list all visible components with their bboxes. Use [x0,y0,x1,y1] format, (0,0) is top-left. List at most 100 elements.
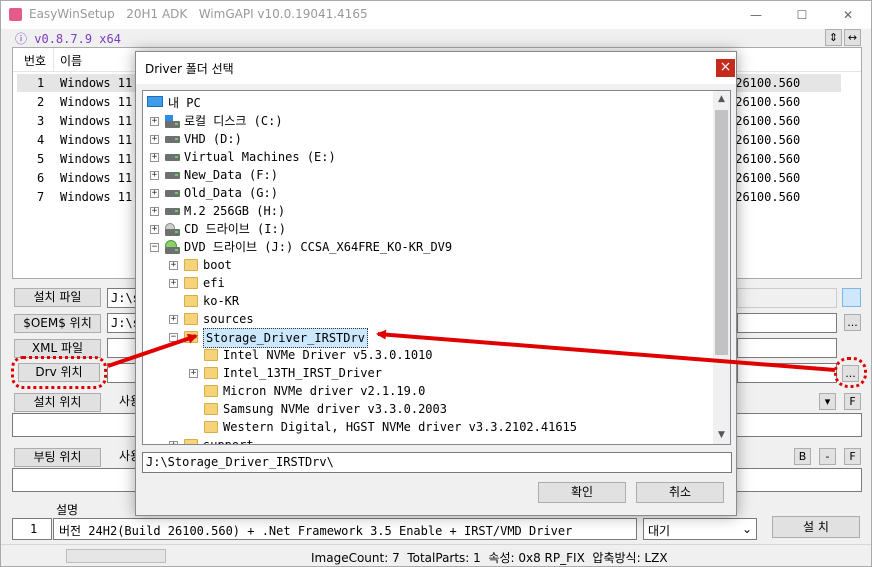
row-num: 1 [37,76,45,90]
row-version: .26100.560 [728,171,801,185]
header-name[interactable]: 이름 [60,52,82,69]
collapse-icon[interactable]: − [150,243,159,252]
row-name: Windows 11 [60,152,133,166]
tree-item-label: support [203,438,254,445]
row-num: 3 [37,114,45,128]
scroll-thumb[interactable] [715,110,728,355]
boot-minus-button[interactable]: - [819,448,836,465]
search-icon[interactable] [842,288,861,307]
title-bar: EasyWinSetup 20H1 ADK WimGAPI v10.0.1904… [1,1,871,29]
row-num: 6 [37,171,45,185]
expand-icon[interactable]: + [189,369,198,378]
row-num: 7 [37,190,45,204]
drive-icon [165,190,180,197]
ok-button[interactable]: 확인 [538,482,626,503]
install-location-f-button[interactable]: F [844,393,861,410]
header-num[interactable]: 번호 [24,52,46,69]
drv-field-right[interactable] [737,363,837,383]
row-version: .26100.560 [728,95,801,109]
expand-icon[interactable]: + [169,279,178,288]
oem-button[interactable]: $OEM$ 위치 [14,314,101,333]
install-button[interactable]: 설 치 [772,516,860,538]
app-icon [9,8,22,21]
expand-icon[interactable]: + [150,117,159,126]
boot-f-button[interactable]: F [844,448,861,465]
close-icon[interactable]: ✕ [825,1,871,29]
oem-field-right[interactable] [737,313,837,333]
expand-icon[interactable]: + [169,441,178,444]
tree-item-label: Intel NVMe Driver v5.3.0.1010 [223,348,433,362]
expand-icon[interactable]: + [150,189,159,198]
folder-icon [184,313,198,325]
expand-icon[interactable]: + [150,153,159,162]
expand-icon[interactable]: + [150,135,159,144]
dialog-close-button[interactable]: × [716,59,735,77]
row-num: 4 [37,133,45,147]
oem-field[interactable]: J:\s [107,313,140,333]
status-select[interactable]: 대기 ⌄ [643,518,757,540]
info-icon: ⓘ [15,32,28,46]
toggle-icon[interactable]: ↔ [844,29,861,46]
dialog-title: Driver 폴더 선택 [145,62,234,76]
tree-item-label: 로컬 디스크 (C:) [184,114,283,128]
expand-icon[interactable]: + [169,261,178,270]
tree-item-label: ko-KR [203,294,240,308]
tree-item-label: CD 드라이브 (I:) [184,222,286,236]
folder-icon [204,385,218,397]
drv-annotation-ring [11,356,107,389]
desc-text-field[interactable]: 버전 24H2(Build 26100.560) + .Net Framewor… [53,518,637,540]
install-file-field[interactable]: J:\s [107,288,140,308]
folder-icon [204,349,218,361]
tree-item-label: DVD 드라이브 (J:) CCSA_X64FRE_KO-KR_DV9 [184,240,453,254]
scroll-down-icon[interactable]: ▼ [713,427,730,444]
folder-icon [204,403,218,415]
oem-browse-button[interactable]: ... [844,314,861,331]
xml-field-right[interactable] [737,338,837,358]
dialog-path-field[interactable]: J:\Storage_Driver_IRSTDrv\ [142,452,732,473]
boot-b-button[interactable]: B [794,448,811,465]
tree-item-label: Storage_Driver_IRSTDrv [203,328,368,348]
install-location-button[interactable]: 설치 위치 [14,393,101,412]
drive-icon [165,154,180,161]
install-file-field-right[interactable] [737,288,837,308]
desc-num-field[interactable]: 1 [12,518,52,540]
row-name: Windows 11 [60,190,133,204]
sort-icon[interactable]: ⇕ [825,29,842,46]
tree-item-label: New_Data (F:) [184,168,278,182]
folder-tree[interactable]: 내 PC + 로컬 디스크 (C:) + VHD (D:) + Virtual Machin… [142,90,731,445]
window-title: EasyWinSetup 20H1 ADK WimGAPI v10.0.1904… [29,7,368,21]
scroll-up-icon[interactable]: ▲ [713,91,730,108]
drive-icon [165,121,180,128]
collapse-icon[interactable]: − [169,333,178,342]
tree-item-label: Samsung NVMe driver v3.3.0.2003 [223,402,447,416]
folder-icon [184,295,198,307]
install-file-button[interactable]: 설치 파일 [14,288,101,307]
driver-folder-dialog: Driver 폴더 선택 × 내 PC + 로컬 디스크 (C:) + VHD (D:)… [135,51,737,516]
row-name: Windows 11 [60,114,133,128]
tree-item-label: M.2 256GB (H:) [184,204,286,218]
progress-bar [66,549,166,563]
tree-item-label: Micron NVMe driver v2.1.19.0 [223,384,426,398]
folder-icon [204,421,218,433]
folder-icon [184,277,198,289]
folder-icon [184,331,198,343]
computer-icon [147,96,163,107]
install-location-dropdown[interactable]: ▾ [819,393,836,410]
boot-location-button[interactable]: 부팅 위치 [14,448,101,467]
row-version: .26100.560 [728,152,801,166]
expand-icon[interactable]: + [150,171,159,180]
xml-field[interactable] [107,338,137,358]
drv-field[interactable] [107,363,137,383]
version-label: ⓘ v0.8.7.9 x64 [15,30,121,47]
folder-icon [204,367,218,379]
tree-item-label: efi [203,276,225,290]
drive-icon [165,247,180,254]
expand-icon[interactable]: + [150,207,159,216]
expand-icon[interactable]: + [150,225,159,234]
maximize-icon[interactable]: ☐ [779,1,825,29]
tree-scrollbar[interactable]: ▲ ▼ [713,91,730,444]
minimize-icon[interactable]: — [733,1,779,29]
cancel-button[interactable]: 취소 [636,482,724,503]
expand-icon[interactable]: + [169,315,178,324]
row-num: 5 [37,152,45,166]
